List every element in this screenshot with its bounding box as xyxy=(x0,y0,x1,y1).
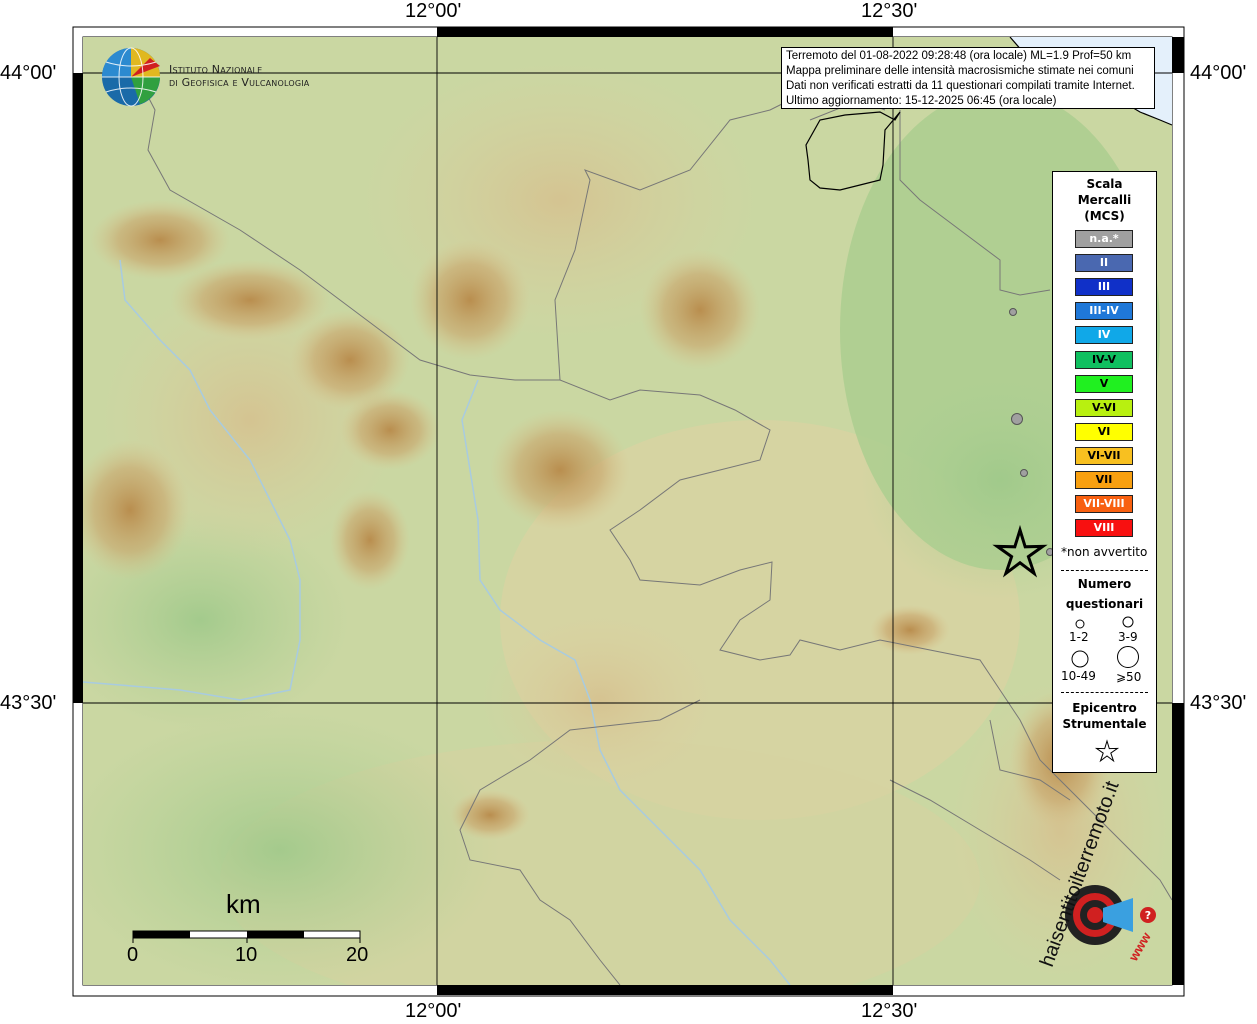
svg-text:?: ? xyxy=(1145,909,1151,922)
event-info-box: Terremoto del 01-08-2022 09:28:48 (ora l… xyxy=(781,47,1155,109)
intensity-point xyxy=(1011,413,1023,425)
info-line-data: Dati non verificati estratti da 11 quest… xyxy=(786,80,1135,92)
legend-epicenter-title-line: Epicentro xyxy=(1072,701,1137,715)
legend-count-symbols xyxy=(1071,616,1139,763)
tick-right-2: 43°30' xyxy=(1190,692,1247,714)
intensity-point xyxy=(1020,469,1028,477)
tick-bottom-1: 12°00' xyxy=(405,1000,462,1022)
count-label-10-49: 10-49 xyxy=(1061,669,1096,683)
legend-epicenter-star xyxy=(1094,739,1120,763)
scalebar-label-0: 0 xyxy=(127,944,139,966)
mcs-legend: Scala Mercalli (MCS) n.a.* II III III-IV IV I… xyxy=(1052,171,1157,773)
info-line-event: Terremoto del 01-08-2022 09:28:48 (ora l… xyxy=(786,50,1132,62)
info-line-update: Ultimo aggiornamento: 15-12-2025 06:45 (… xyxy=(786,95,1057,107)
count-symbol-3-9 xyxy=(1122,616,1134,628)
tick-bottom-2: 12°30' xyxy=(861,1000,918,1022)
tick-top-2: 12°30' xyxy=(861,0,918,22)
intensity-point xyxy=(1009,308,1017,316)
legend-epicenter-title-line: Strumentale xyxy=(1062,717,1147,731)
ingv-logo-line1: Istituto Nazionale xyxy=(169,63,263,76)
ingv-logo-text: Istituto Nazionale di Geofisica e Vulcan… xyxy=(169,63,309,89)
count-label-3-9: 3-9 xyxy=(1118,630,1138,644)
tick-top-1: 12°00' xyxy=(405,0,462,22)
count-symbol-1-2 xyxy=(1075,619,1085,629)
legend-epicenter-title: Epicentro Strumentale xyxy=(1053,700,1156,732)
ingv-logo-line2: di Geofisica e Vulcanologia xyxy=(169,76,310,89)
scalebar-label-20: 20 xyxy=(346,944,369,966)
legend-separator xyxy=(1061,692,1148,693)
tick-left-2: 43°30' xyxy=(0,692,57,714)
count-symbol-50 xyxy=(1117,646,1139,668)
tick-right-1: 44°00' xyxy=(1190,62,1247,84)
scalebar-label-10: 10 xyxy=(235,944,258,966)
info-line-map: Mappa preliminare delle intensità macros… xyxy=(786,65,1134,77)
tick-left-1: 44°00' xyxy=(0,62,57,84)
count-symbol-10-49 xyxy=(1071,650,1089,668)
count-label-50: ⩾50 xyxy=(1116,670,1142,684)
scalebar-unit: km xyxy=(226,889,261,919)
terrain xyxy=(83,37,1172,985)
ingv-logo-icon xyxy=(102,47,160,107)
count-label-1-2: 1-2 xyxy=(1069,630,1089,644)
